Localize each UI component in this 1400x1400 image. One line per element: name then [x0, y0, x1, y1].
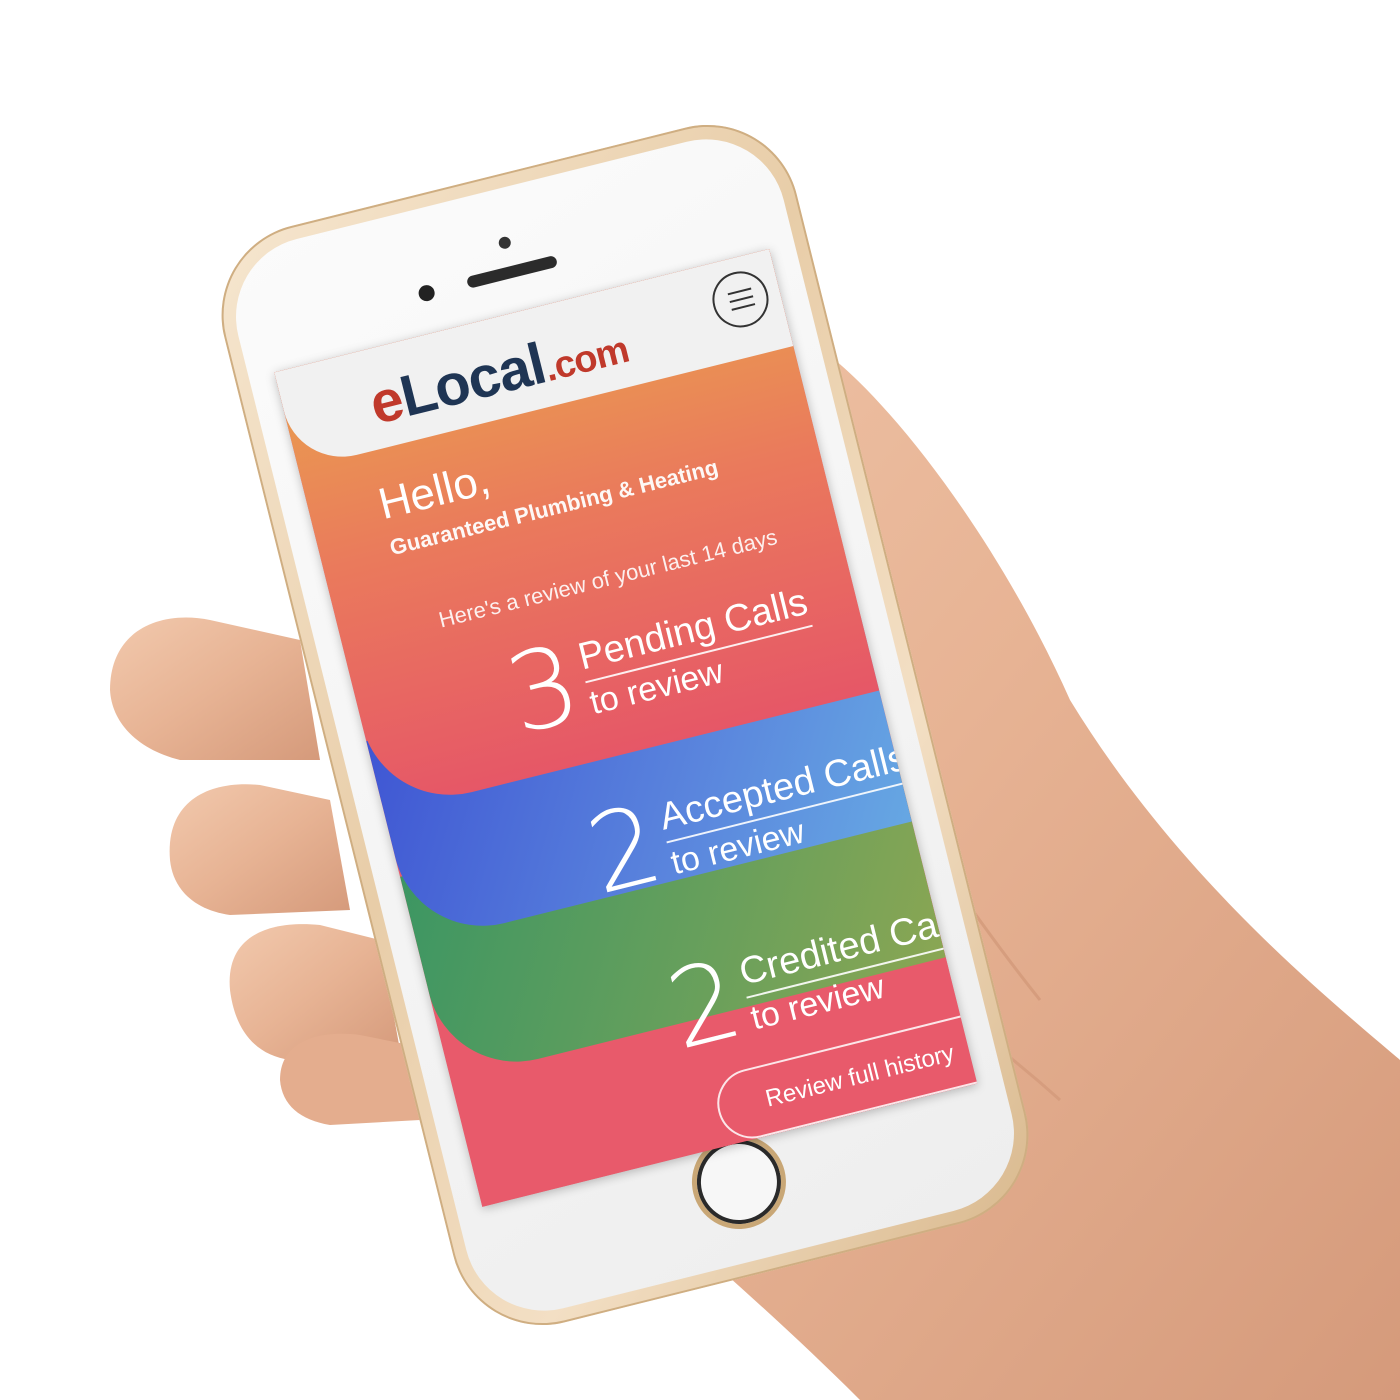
sensor-icon	[497, 235, 513, 251]
front-camera-icon	[416, 283, 437, 303]
pending-calls-text: Pending Calls to review	[574, 580, 823, 723]
accepted-calls-card[interactable]: 2 Accepted Calls to review	[576, 727, 925, 919]
speaker-grille	[465, 254, 559, 289]
accepted-calls-text: Accepted Calls to review	[655, 736, 922, 884]
